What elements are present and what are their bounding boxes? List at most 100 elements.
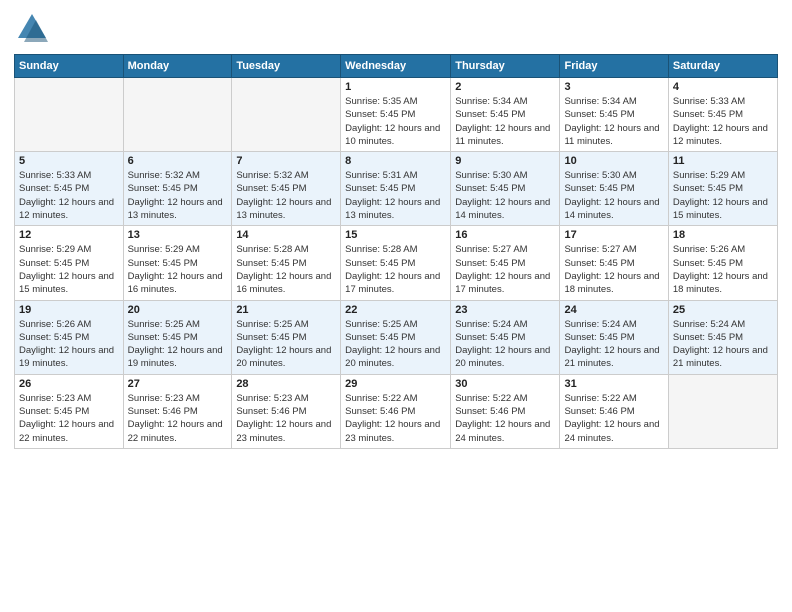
- day-number: 31: [564, 378, 663, 390]
- calendar-cell: 13 Sunrise: 5:29 AMSunset: 5:45 PMDayligh…: [123, 226, 232, 300]
- day-detail: Sunrise: 5:23 AMSunset: 5:45 PMDaylight:…: [19, 392, 119, 445]
- day-detail: Sunrise: 5:33 AMSunset: 5:45 PMDaylight:…: [19, 169, 119, 222]
- logo-icon: [14, 10, 50, 46]
- calendar-cell: 25 Sunrise: 5:24 AMSunset: 5:45 PMDayligh…: [668, 300, 777, 374]
- weekday-header-sunday: Sunday: [15, 55, 124, 78]
- day-detail: Sunrise: 5:27 AMSunset: 5:45 PMDaylight:…: [455, 243, 555, 296]
- day-number: 3: [564, 81, 663, 93]
- day-number: 11: [673, 155, 773, 167]
- day-detail: Sunrise: 5:23 AMSunset: 5:46 PMDaylight:…: [236, 392, 336, 445]
- calendar-page: SundayMondayTuesdayWednesdayThursdayFrid…: [0, 0, 792, 612]
- day-number: 4: [673, 81, 773, 93]
- calendar-cell: 14Sunrise: 5:28 AMSunset: 5:45 PMDayligh…: [232, 226, 341, 300]
- day-number: 19: [19, 304, 119, 316]
- week-row-3: 12 Sunrise: 5:29 AMSunset: 5:45 PMDayligh…: [15, 226, 778, 300]
- calendar-cell: 18 Sunrise: 5:26 AMSunset: 5:45 PMDayligh…: [668, 226, 777, 300]
- logo: [14, 10, 54, 46]
- day-number: 20: [128, 304, 228, 316]
- day-detail: Sunrise: 5:25 AMSunset: 5:45 PMDaylight:…: [128, 318, 228, 371]
- week-row-2: 5Sunrise: 5:33 AMSunset: 5:45 PMDaylight…: [15, 152, 778, 226]
- calendar-cell: 21Sunrise: 5:25 AMSunset: 5:45 PMDayligh…: [232, 300, 341, 374]
- day-detail: Sunrise: 5:28 AMSunset: 5:45 PMDaylight:…: [236, 243, 336, 296]
- calendar-cell: 3Sunrise: 5:34 AMSunset: 5:45 PMDaylight…: [560, 78, 668, 152]
- day-number: 12: [19, 229, 119, 241]
- calendar-cell: 17Sunrise: 5:27 AMSunset: 5:45 PMDayligh…: [560, 226, 668, 300]
- calendar-cell: 2Sunrise: 5:34 AMSunset: 5:45 PMDaylight…: [451, 78, 560, 152]
- calendar-cell: [232, 78, 341, 152]
- day-detail: Sunrise: 5:34 AMSunset: 5:45 PMDaylight:…: [455, 95, 555, 148]
- weekday-header-monday: Monday: [123, 55, 232, 78]
- day-number: 18: [673, 229, 773, 241]
- week-row-5: 26 Sunrise: 5:23 AMSunset: 5:45 PMDayligh…: [15, 374, 778, 448]
- calendar-cell: 24 Sunrise: 5:24 AMSunset: 5:45 PMDayligh…: [560, 300, 668, 374]
- calendar-cell: 5Sunrise: 5:33 AMSunset: 5:45 PMDaylight…: [15, 152, 124, 226]
- day-number: 1: [345, 81, 446, 93]
- calendar-cell: [15, 78, 124, 152]
- day-number: 9: [455, 155, 555, 167]
- calendar-cell: 7Sunrise: 5:32 AMSunset: 5:45 PMDaylight…: [232, 152, 341, 226]
- day-detail: Sunrise: 5:31 AMSunset: 5:45 PMDaylight:…: [345, 169, 446, 222]
- day-number: 28: [236, 378, 336, 390]
- day-detail: Sunrise: 5:24 AMSunset: 5:45 PMDaylight:…: [564, 318, 663, 371]
- day-number: 24: [564, 304, 663, 316]
- calendar-cell: 6 Sunrise: 5:32 AMSunset: 5:45 PMDaylight…: [123, 152, 232, 226]
- calendar-cell: 23 Sunrise: 5:24 AMSunset: 5:45 PMDayligh…: [451, 300, 560, 374]
- calendar-cell: [668, 374, 777, 448]
- calendar-cell: 9 Sunrise: 5:30 AMSunset: 5:45 PMDaylight…: [451, 152, 560, 226]
- day-detail: Sunrise: 5:22 AMSunset: 5:46 PMDaylight:…: [345, 392, 446, 445]
- day-number: 21: [236, 304, 336, 316]
- day-number: 27: [128, 378, 228, 390]
- day-detail: Sunrise: 5:29 AMSunset: 5:45 PMDaylight:…: [673, 169, 773, 222]
- day-detail: Sunrise: 5:32 AMSunset: 5:45 PMDaylight:…: [128, 169, 228, 222]
- day-detail: Sunrise: 5:30 AMSunset: 5:45 PMDaylight:…: [455, 169, 555, 222]
- calendar-cell: 12Sunrise: 5:29 AMSunset: 5:45 PMDayligh…: [15, 226, 124, 300]
- calendar-cell: 28 Sunrise: 5:23 AMSunset: 5:46 PMDayligh…: [232, 374, 341, 448]
- week-row-4: 19 Sunrise: 5:26 AMSunset: 5:45 PMDayligh…: [15, 300, 778, 374]
- weekday-header-wednesday: Wednesday: [341, 55, 451, 78]
- day-detail: Sunrise: 5:26 AMSunset: 5:45 PMDaylight:…: [19, 318, 119, 371]
- weekday-header-tuesday: Tuesday: [232, 55, 341, 78]
- day-detail: Sunrise: 5:24 AMSunset: 5:45 PMDaylight:…: [455, 318, 555, 371]
- day-number: 15: [345, 229, 446, 241]
- day-detail: Sunrise: 5:26 AMSunset: 5:45 PMDaylight:…: [673, 243, 773, 296]
- day-detail: Sunrise: 5:28 AMSunset: 5:45 PMDaylight:…: [345, 243, 446, 296]
- day-number: 29: [345, 378, 446, 390]
- day-detail: Sunrise: 5:22 AMSunset: 5:46 PMDaylight:…: [455, 392, 555, 445]
- calendar-cell: 29 Sunrise: 5:22 AMSunset: 5:46 PMDayligh…: [341, 374, 451, 448]
- calendar-cell: 11 Sunrise: 5:29 AMSunset: 5:45 PMDayligh…: [668, 152, 777, 226]
- day-detail: Sunrise: 5:22 AMSunset: 5:46 PMDaylight:…: [564, 392, 663, 445]
- weekday-header-thursday: Thursday: [451, 55, 560, 78]
- calendar-table: SundayMondayTuesdayWednesdayThursdayFrid…: [14, 54, 778, 449]
- calendar-cell: 4 Sunrise: 5:33 AMSunset: 5:45 PMDaylight…: [668, 78, 777, 152]
- day-detail: Sunrise: 5:24 AMSunset: 5:45 PMDaylight:…: [673, 318, 773, 371]
- calendar-cell: 20 Sunrise: 5:25 AMSunset: 5:45 PMDayligh…: [123, 300, 232, 374]
- week-row-1: 1 Sunrise: 5:35 AMSunset: 5:45 PMDaylight…: [15, 78, 778, 152]
- day-number: 10: [564, 155, 663, 167]
- calendar-cell: 8 Sunrise: 5:31 AMSunset: 5:45 PMDaylight…: [341, 152, 451, 226]
- calendar-cell: 10 Sunrise: 5:30 AMSunset: 5:45 PMDayligh…: [560, 152, 668, 226]
- day-number: 8: [345, 155, 446, 167]
- calendar-cell: 26 Sunrise: 5:23 AMSunset: 5:45 PMDayligh…: [15, 374, 124, 448]
- day-detail: Sunrise: 5:32 AMSunset: 5:45 PMDaylight:…: [236, 169, 336, 222]
- day-detail: Sunrise: 5:33 AMSunset: 5:45 PMDaylight:…: [673, 95, 773, 148]
- day-number: 23: [455, 304, 555, 316]
- calendar-cell: 27Sunrise: 5:23 AMSunset: 5:46 PMDayligh…: [123, 374, 232, 448]
- calendar-cell: 22 Sunrise: 5:25 AMSunset: 5:45 PMDayligh…: [341, 300, 451, 374]
- day-number: 30: [455, 378, 555, 390]
- weekday-header-friday: Friday: [560, 55, 668, 78]
- day-number: 6: [128, 155, 228, 167]
- day-number: 17: [564, 229, 663, 241]
- header: [14, 10, 778, 46]
- day-number: 25: [673, 304, 773, 316]
- day-detail: Sunrise: 5:30 AMSunset: 5:45 PMDaylight:…: [564, 169, 663, 222]
- day-detail: Sunrise: 5:25 AMSunset: 5:45 PMDaylight:…: [345, 318, 446, 371]
- day-number: 26: [19, 378, 119, 390]
- day-number: 22: [345, 304, 446, 316]
- day-number: 16: [455, 229, 555, 241]
- day-number: 13: [128, 229, 228, 241]
- calendar-cell: 30 Sunrise: 5:22 AMSunset: 5:46 PMDayligh…: [451, 374, 560, 448]
- day-detail: Sunrise: 5:35 AMSunset: 5:45 PMDaylight:…: [345, 95, 446, 148]
- weekday-header-saturday: Saturday: [668, 55, 777, 78]
- day-detail: Sunrise: 5:29 AMSunset: 5:45 PMDaylight:…: [128, 243, 228, 296]
- calendar-cell: [123, 78, 232, 152]
